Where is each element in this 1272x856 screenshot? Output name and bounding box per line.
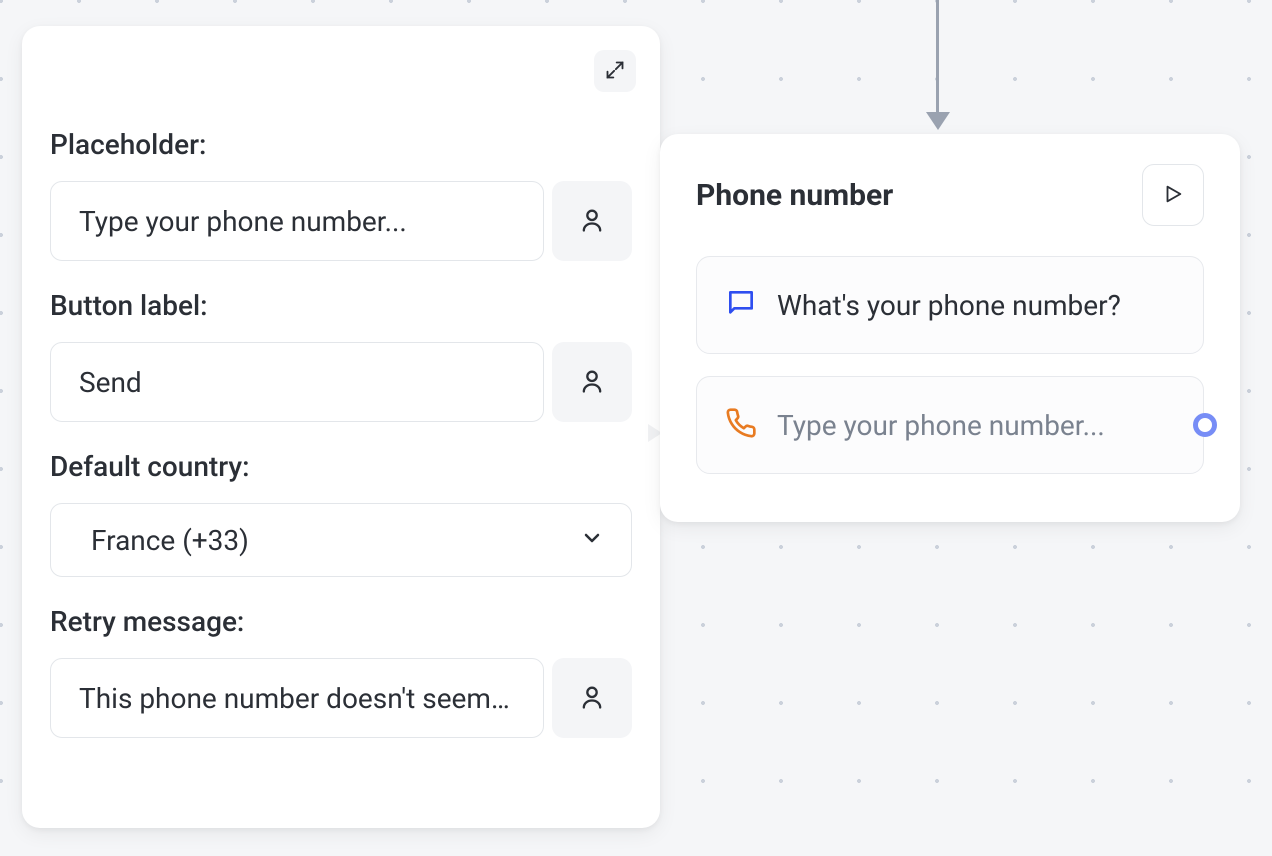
button-label-input-row bbox=[50, 342, 632, 422]
placeholder-label: Placeholder: bbox=[50, 128, 632, 161]
button-label-group: Button label: bbox=[50, 289, 632, 422]
flow-arrow-head bbox=[926, 112, 950, 130]
person-icon bbox=[578, 206, 606, 237]
default-country-group: Default country: France (+33) bbox=[50, 450, 632, 577]
default-country-select-wrap: France (+33) bbox=[50, 503, 632, 577]
phone-number-node[interactable]: Phone number What's your phone number? T… bbox=[660, 134, 1240, 522]
flow-arrow-line bbox=[936, 0, 939, 116]
placeholder-group: Placeholder: bbox=[50, 128, 632, 261]
preview-button[interactable] bbox=[1142, 164, 1204, 226]
node-title: Phone number bbox=[696, 178, 893, 213]
phone-icon bbox=[725, 407, 757, 443]
play-icon bbox=[1162, 183, 1184, 208]
output-handle[interactable] bbox=[1193, 413, 1217, 437]
variable-picker-button[interactable] bbox=[552, 342, 632, 422]
variable-picker-button[interactable] bbox=[552, 181, 632, 261]
node-question-text: What's your phone number? bbox=[777, 289, 1121, 322]
node-header: Phone number bbox=[696, 164, 1204, 226]
retry-message-input[interactable] bbox=[50, 658, 544, 738]
button-label-input[interactable] bbox=[50, 342, 544, 422]
expand-icon bbox=[605, 60, 625, 83]
retry-message-input-row bbox=[50, 658, 632, 738]
placeholder-input[interactable] bbox=[50, 181, 544, 261]
person-icon bbox=[578, 683, 606, 714]
button-label-label: Button label: bbox=[50, 289, 632, 322]
expand-button[interactable] bbox=[594, 50, 636, 92]
node-input-row[interactable]: Type your phone number... bbox=[696, 376, 1204, 474]
chat-icon bbox=[725, 287, 757, 323]
node-question-row[interactable]: What's your phone number? bbox=[696, 256, 1204, 354]
default-country-label: Default country: bbox=[50, 450, 632, 483]
default-country-select[interactable]: France (+33) bbox=[50, 503, 632, 577]
node-input-placeholder: Type your phone number... bbox=[777, 409, 1105, 442]
config-panel: Placeholder: Button label: bbox=[22, 26, 660, 828]
variable-picker-button[interactable] bbox=[552, 658, 632, 738]
retry-message-label: Retry message: bbox=[50, 605, 632, 638]
placeholder-input-row bbox=[50, 181, 632, 261]
retry-message-group: Retry message: bbox=[50, 605, 632, 738]
person-icon bbox=[578, 367, 606, 398]
